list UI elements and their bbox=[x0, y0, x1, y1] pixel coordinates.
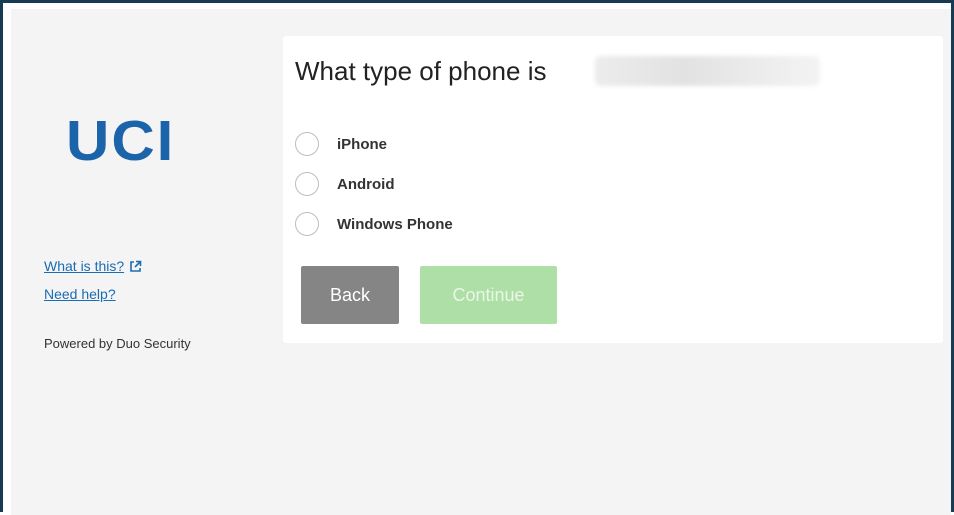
option-label: Windows Phone bbox=[337, 215, 453, 233]
back-button[interactable]: Back bbox=[301, 266, 399, 324]
redacted-phone-number bbox=[595, 56, 820, 86]
phone-type-options: iPhone Android Windows Phone bbox=[295, 124, 453, 244]
what-is-this-link[interactable]: What is this? bbox=[44, 256, 142, 278]
external-link-icon bbox=[129, 258, 142, 278]
option-label: Android bbox=[337, 175, 395, 193]
uci-logo: UCI bbox=[66, 108, 176, 173]
option-label: iPhone bbox=[337, 135, 388, 153]
option-iphone[interactable]: iPhone bbox=[295, 124, 453, 164]
iphone-radio[interactable] bbox=[295, 132, 319, 156]
need-help-link[interactable]: Need help? bbox=[44, 284, 142, 304]
option-android[interactable]: Android bbox=[295, 164, 453, 204]
option-windows-phone[interactable]: Windows Phone bbox=[295, 204, 453, 244]
windows-phone-radio[interactable] bbox=[295, 212, 319, 236]
what-is-this-label: What is this? bbox=[44, 258, 125, 274]
page-title: What type of phone is bbox=[295, 56, 547, 86]
continue-button[interactable]: Continue bbox=[420, 266, 557, 324]
phone-type-card: What type of phone is iPhone Android Win… bbox=[283, 36, 943, 343]
window-frame: UCI What is this? Need help? Powered by … bbox=[0, 0, 954, 515]
powered-by-text: Powered by Duo Security bbox=[44, 336, 191, 351]
sidebar-links: What is this? Need help? bbox=[44, 256, 142, 310]
android-radio[interactable] bbox=[295, 172, 319, 196]
